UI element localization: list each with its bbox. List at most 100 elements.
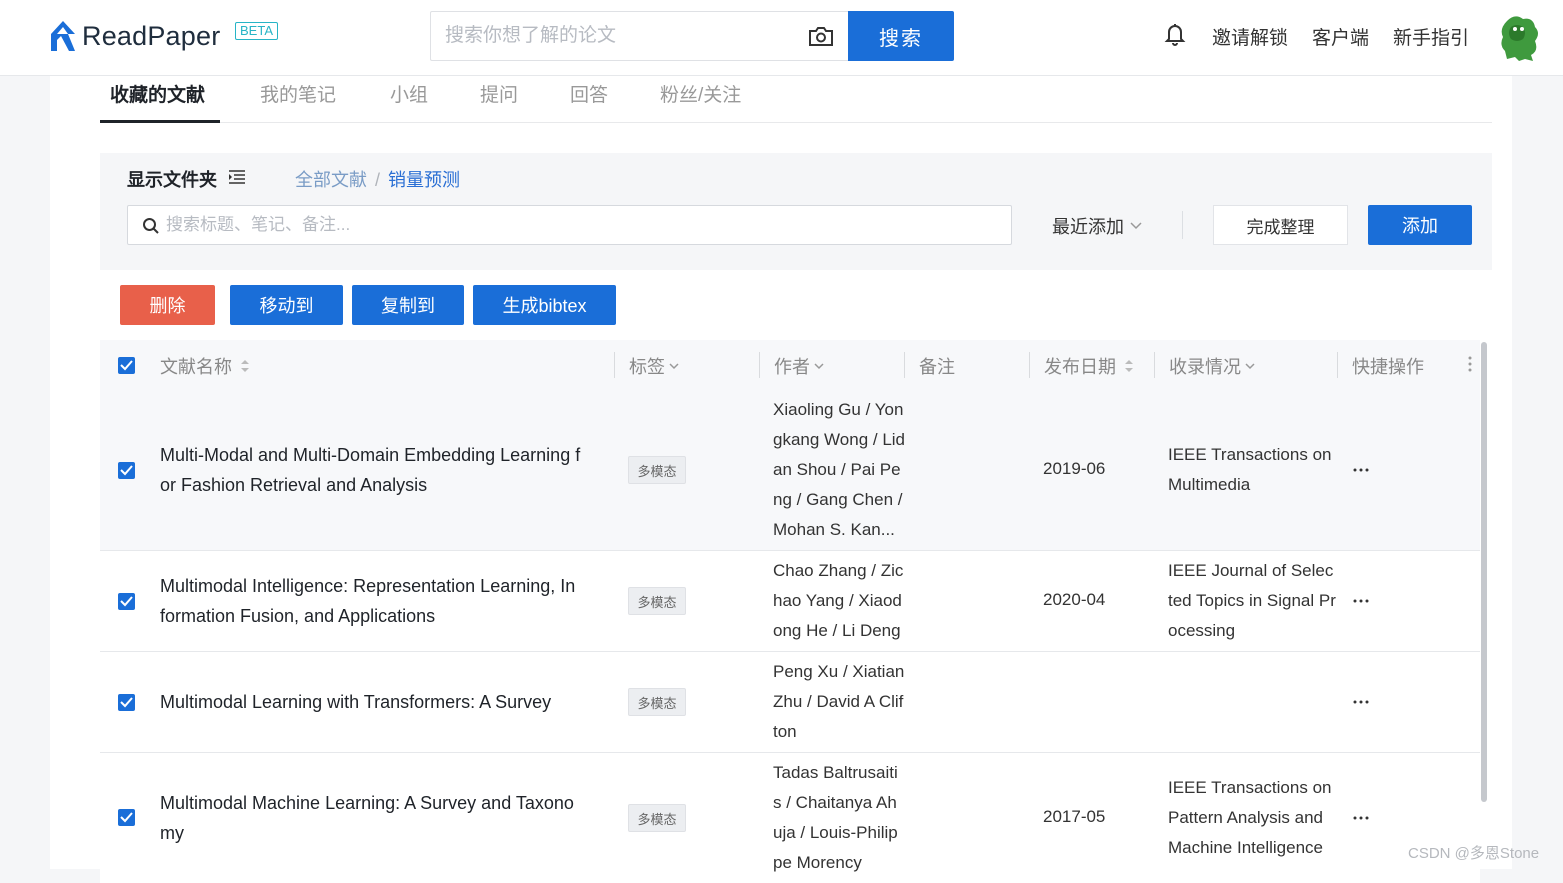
more-icon[interactable] xyxy=(1352,699,1370,705)
tag-badge[interactable]: 多模态 xyxy=(628,456,686,484)
paper-authors: Xiaoling Gu / Yongkang Wong / Lidan Shou… xyxy=(773,400,905,539)
col-date[interactable]: 发布日期 xyxy=(1044,353,1134,379)
active-tab-indicator xyxy=(100,120,220,123)
tag-badge[interactable]: 多模态 xyxy=(628,587,686,615)
paper-title[interactable]: Multimodal Intelligence: Representation … xyxy=(160,571,580,631)
column-separator xyxy=(759,352,760,378)
select-all-checkbox[interactable] xyxy=(118,357,135,374)
folder-list-icon[interactable] xyxy=(229,170,245,184)
nav-guide[interactable]: 新手指引 xyxy=(1393,23,1469,50)
paper-title[interactable]: Multimodal Machine Learning: A Survey an… xyxy=(160,788,580,848)
column-separator xyxy=(614,352,615,378)
bell-icon[interactable] xyxy=(1163,21,1187,47)
col-ops-label: 快捷操作 xyxy=(1352,357,1424,377)
col-authors[interactable]: 作者 xyxy=(774,353,824,379)
col-notes-label: 备注 xyxy=(919,357,955,377)
check-icon xyxy=(120,360,133,371)
chevron-down-icon xyxy=(1130,222,1142,230)
readpaper-logo-icon xyxy=(51,21,75,51)
table-row[interactable]: Multi-Modal and Multi-Domain Embedding L… xyxy=(100,390,1480,551)
add-button[interactable]: 添加 xyxy=(1368,205,1472,245)
generate-bibtex-button[interactable]: 生成bibtex xyxy=(473,285,616,325)
paper-authors: Chao Zhang / Zichao Yang / Xiaodong He /… xyxy=(773,561,904,640)
toolbar: 显示文件夹 全部文献 / 销量预测 最近添加 完成整理 添加 xyxy=(100,153,1492,270)
search-input[interactable] xyxy=(445,12,805,60)
copy-to-button[interactable]: 复制到 xyxy=(352,285,464,325)
col-notes: 备注 xyxy=(919,353,955,379)
paper-venue: IEEE Transactions on Multimedia xyxy=(1168,445,1332,494)
column-separator xyxy=(1154,352,1155,378)
chevron-down-icon xyxy=(814,362,824,369)
col-title[interactable]: 文献名称 xyxy=(160,353,250,379)
tag-badge[interactable]: 多模态 xyxy=(628,804,686,832)
check-icon xyxy=(120,596,133,607)
col-authors-label: 作者 xyxy=(774,357,810,377)
row-checkbox[interactable] xyxy=(118,593,135,610)
paper-date: 2017-05 xyxy=(1043,807,1106,826)
row-checkbox[interactable] xyxy=(118,462,135,479)
tab-bar: 收藏的文献 我的笔记 小组 提问 回答 粉丝/关注 xyxy=(100,76,1492,123)
paper-title[interactable]: Multimodal Learning with Transformers: A… xyxy=(160,687,590,717)
main-panel: 收藏的文献 我的笔记 小组 提问 回答 粉丝/关注 显示文件夹 全部文献 / 销量预… xyxy=(50,76,1512,883)
tab-answers[interactable]: 回答 xyxy=(570,80,608,107)
top-bar: ReadPaper BETA 搜索 邀请解锁 客户端 新手指引 xyxy=(0,0,1563,76)
col-tags[interactable]: 标签 xyxy=(629,353,679,379)
finish-organize-button[interactable]: 完成整理 xyxy=(1213,205,1348,245)
column-separator xyxy=(1029,352,1030,378)
tab-followers[interactable]: 粉丝/关注 xyxy=(660,80,741,107)
column-settings-icon[interactable] xyxy=(1468,355,1472,373)
tab-questions[interactable]: 提问 xyxy=(480,80,518,107)
breadcrumb-all[interactable]: 全部文献 xyxy=(295,170,367,190)
row-checkbox[interactable] xyxy=(118,809,135,826)
column-separator xyxy=(904,352,905,378)
row-checkbox[interactable] xyxy=(118,694,135,711)
search-icon xyxy=(143,218,159,234)
logo-text: ReadPaper xyxy=(82,20,221,51)
breadcrumb-current[interactable]: 销量预测 xyxy=(388,170,460,190)
paper-date: 2020-04 xyxy=(1043,590,1106,609)
chevron-down-icon xyxy=(669,362,679,369)
col-tags-label: 标签 xyxy=(629,357,665,377)
table-header: 文献名称 标签 作者 备注 发布日期 收录情况 快捷操作 xyxy=(100,340,1480,390)
folder-toggle-label[interactable]: 显示文件夹 xyxy=(127,166,217,192)
table-scrollbar[interactable] xyxy=(1481,342,1487,802)
tab-groups[interactable]: 小组 xyxy=(390,80,428,107)
camera-icon[interactable] xyxy=(808,25,834,47)
divider xyxy=(1182,211,1183,239)
paper-authors: Peng Xu / Xiatian Zhu / David A Clifton xyxy=(773,662,905,741)
table-row[interactable]: Multimodal Intelligence: Representation … xyxy=(100,551,1480,652)
column-separator xyxy=(1337,352,1338,378)
tag-badge[interactable]: 多模态 xyxy=(628,688,686,716)
tab-favorites[interactable]: 收藏的文献 xyxy=(110,80,205,107)
logo[interactable]: ReadPaper xyxy=(48,18,220,54)
breadcrumb: 全部文献 / 销量预测 xyxy=(295,166,460,192)
more-icon[interactable] xyxy=(1352,467,1370,473)
col-date-label: 发布日期 xyxy=(1044,357,1116,377)
table-row[interactable]: Multimodal Machine Learning: A Survey an… xyxy=(100,753,1480,883)
search-button[interactable]: 搜索 xyxy=(848,11,954,61)
tab-notes[interactable]: 我的笔记 xyxy=(260,80,336,107)
sort-select[interactable]: 最近添加 xyxy=(1052,213,1142,239)
paper-venue: IEEE Transactions on Pattern Analysis an… xyxy=(1168,778,1332,857)
col-title-label: 文献名称 xyxy=(160,357,232,377)
delete-button[interactable]: 删除 xyxy=(120,285,215,325)
beta-badge: BETA xyxy=(235,22,278,40)
check-icon xyxy=(120,697,133,708)
nav-client[interactable]: 客户端 xyxy=(1312,23,1369,50)
col-venue-label: 收录情况 xyxy=(1169,357,1241,377)
more-icon[interactable] xyxy=(1352,815,1370,821)
move-to-button[interactable]: 移动到 xyxy=(230,285,343,325)
sort-icon xyxy=(1125,360,1133,372)
search-box xyxy=(430,11,850,61)
paper-title[interactable]: Multi-Modal and Multi-Domain Embedding L… xyxy=(160,440,590,500)
watermark: CSDN @多恩Stone xyxy=(1408,845,1540,862)
col-venue[interactable]: 收录情况 xyxy=(1169,353,1255,379)
filter-input[interactable] xyxy=(166,206,986,244)
table-row[interactable]: Multimodal Learning with Transformers: A… xyxy=(100,652,1480,753)
check-icon xyxy=(120,812,133,823)
avatar[interactable] xyxy=(1497,13,1541,63)
paper-date: 2019-06 xyxy=(1043,459,1106,478)
nav-invite[interactable]: 邀请解锁 xyxy=(1212,23,1288,50)
breadcrumb-separator: / xyxy=(375,170,381,190)
more-icon[interactable] xyxy=(1352,598,1370,604)
